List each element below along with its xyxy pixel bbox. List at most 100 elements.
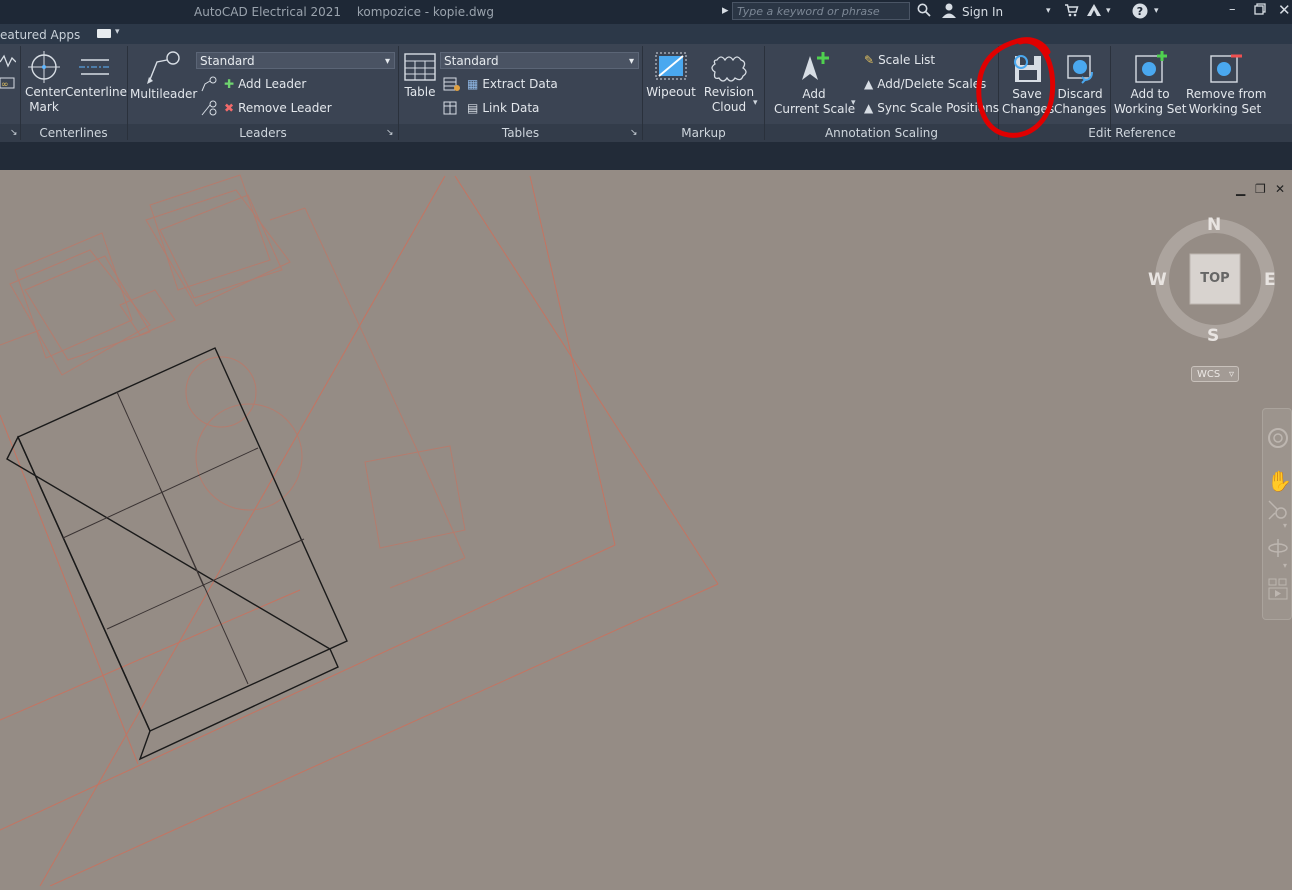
chevron-down-icon[interactable]: ▾ — [1046, 6, 1051, 16]
table-label: Table — [404, 85, 436, 99]
save-changes-label: Save Changes — [1002, 87, 1055, 116]
add-current-scale-icon — [774, 50, 854, 90]
ribbon-tab-row: eatured Apps ▾ — [0, 24, 1292, 44]
wcs-menu[interactable]: WCS ▿ — [1191, 366, 1239, 382]
panel-title-leaders[interactable]: Leaders — [128, 126, 398, 140]
drawing-geometry — [0, 174, 719, 887]
table-icon — [401, 50, 439, 88]
search-icon[interactable] — [917, 3, 931, 21]
add-leader-icon: ✚ — [224, 77, 235, 91]
centerline-label: Centerline — [65, 85, 128, 99]
link-data-icon: ▤ — [467, 101, 479, 115]
help-icon[interactable]: ? — [1132, 3, 1148, 23]
ribbon-minimize-icon[interactable] — [97, 29, 111, 38]
viewcube-top-face[interactable]: TOP — [1190, 254, 1240, 304]
multileader-button[interactable]: Multileader — [130, 50, 197, 102]
restore-icon[interactable] — [1254, 3, 1266, 19]
viewcube-east[interactable]: E — [1264, 270, 1276, 290]
add-current-scale-label: Add Current Scale — [774, 87, 856, 116]
close-icon[interactable]: ✕ — [1278, 1, 1291, 19]
drawing-canvas[interactable] — [0, 170, 1292, 887]
save-changes-button[interactable]: Save Changes — [1002, 50, 1055, 117]
remove-from-working-set-icon — [1186, 50, 1264, 90]
chevron-down-icon[interactable]: ▾ — [851, 98, 856, 108]
chevron-down-icon[interactable]: ▾ — [1154, 6, 1159, 16]
sign-in-link[interactable]: Sign In — [962, 5, 1003, 19]
add-leader-label: Add Leader — [238, 77, 307, 91]
svg-text:∞: ∞ — [1, 80, 9, 90]
table-button[interactable]: Table — [401, 50, 439, 100]
revision-cloud-icon — [700, 50, 758, 88]
user-icon[interactable] — [941, 3, 957, 22]
link-data-button[interactable]: ▤ Link Data — [467, 101, 539, 115]
centerline-button[interactable]: Centerline — [65, 50, 128, 100]
center-mark-icon — [25, 50, 63, 88]
chevron-down-icon[interactable]: ▾ — [1106, 6, 1111, 16]
add-current-scale-button[interactable]: Add Current Scale — [774, 50, 856, 117]
showmotion-icon[interactable] — [1267, 577, 1289, 605]
panel-title-centerlines[interactable]: Centerlines — [20, 126, 127, 140]
sync-scale-positions-button[interactable]: ▲ Sync Scale Positions — [864, 101, 999, 115]
pan-icon[interactable]: ✋ — [1267, 469, 1292, 493]
multileader-style-dropdown[interactable]: Standard — [196, 52, 395, 70]
remove-leader-button[interactable]: ✖ Remove Leader — [224, 101, 332, 115]
table-style-dropdown[interactable]: Standard — [440, 52, 639, 70]
discard-changes-icon — [1054, 50, 1106, 90]
minimize-icon[interactable]: – — [1229, 2, 1236, 17]
revision-cloud-button[interactable]: Revision Cloud — [700, 50, 758, 115]
panel-title-markup[interactable]: Markup — [643, 126, 764, 140]
tab-featured-apps[interactable]: eatured Apps — [0, 28, 80, 42]
viewcube-west[interactable]: W — [1148, 270, 1167, 290]
discard-changes-button[interactable]: Discard Changes — [1054, 50, 1106, 117]
panel-launcher-icon[interactable]: ↘ — [386, 128, 394, 138]
remove-leader-label: Remove Leader — [238, 101, 332, 115]
chevron-down-icon[interactable]: ▾ — [753, 98, 758, 108]
viewport-close-icon[interactable]: ✕ — [1275, 182, 1285, 196]
wcs-label: WCS — [1197, 369, 1221, 380]
chevron-down-icon[interactable]: ▾ — [1283, 521, 1287, 530]
autodesk-a360-icon[interactable] — [1086, 3, 1102, 21]
viewport-minimize-icon[interactable]: ▁ — [1236, 182, 1245, 196]
wipeout-label: Wipeout — [646, 85, 696, 99]
partial-panel-icon[interactable]: ∞ — [0, 52, 17, 96]
file-name: kompozice - kopie.dwg — [356, 5, 494, 19]
align-leaders-icon[interactable] — [200, 100, 218, 120]
remove-from-working-set-button[interactable]: Remove from Working Set — [1186, 50, 1267, 117]
panel-launcher-icon[interactable]: ↘ — [630, 128, 638, 138]
center-mark-button[interactable]: Center Mark — [25, 50, 65, 115]
add-leader-button[interactable]: ✚ Add Leader — [224, 77, 306, 91]
title-bar: AutoCAD Electrical 2021 kompozice - kopi… — [0, 0, 1292, 24]
add-delete-scales-button[interactable]: ▲ Add/Delete Scales — [864, 77, 986, 91]
panel-title-annotation-scaling[interactable]: Annotation Scaling — [765, 126, 998, 140]
table-link-icon[interactable] — [443, 76, 461, 96]
scale-list-button[interactable]: ✎ Scale List — [864, 53, 935, 67]
search-input[interactable]: Type a keyword or phrase — [732, 2, 910, 20]
viewcube-north[interactable]: N — [1207, 215, 1221, 235]
panel-launcher-icon[interactable]: ↘ — [10, 128, 18, 138]
sync-scale-positions-label: Sync Scale Positions — [877, 101, 1000, 115]
remove-from-working-set-label: Remove from Working Set — [1186, 87, 1267, 116]
save-changes-icon — [1002, 50, 1052, 90]
scale-list-icon: ✎ — [864, 53, 875, 67]
steering-wheel-icon[interactable] — [1267, 427, 1289, 453]
chevron-down-icon[interactable]: ▾ — [1283, 561, 1287, 570]
viewcube-south[interactable]: S — [1207, 326, 1219, 346]
add-delete-scales-label: Add/Delete Scales — [877, 77, 987, 91]
multileader-icon — [130, 50, 194, 90]
extract-data-icon: ▦ — [467, 77, 479, 91]
wipeout-button[interactable]: Wipeout — [646, 50, 696, 100]
add-to-working-set-button[interactable]: Add to Working Set — [1114, 50, 1186, 117]
add-delete-scales-icon: ▲ — [864, 77, 874, 91]
chevron-down-icon[interactable]: ▾ — [115, 27, 120, 37]
file-tab-bar — [0, 142, 1292, 170]
download-from-source-icon[interactable] — [443, 100, 461, 120]
panel-title-edit-reference[interactable]: Edit Reference — [999, 126, 1265, 140]
expand-arrow-icon[interactable]: ▸ — [722, 3, 729, 18]
panel-title-tables[interactable]: Tables — [399, 126, 642, 140]
leader-style-icon[interactable] — [200, 76, 218, 96]
chevron-down-icon: ▿ — [1228, 369, 1234, 380]
viewport-restore-icon[interactable]: ❐ — [1255, 182, 1266, 196]
cart-icon[interactable] — [1064, 3, 1079, 21]
orbit-icon[interactable] — [1267, 537, 1289, 563]
extract-data-button[interactable]: ▦ Extract Data — [467, 77, 558, 91]
